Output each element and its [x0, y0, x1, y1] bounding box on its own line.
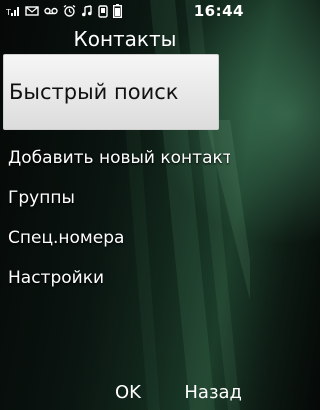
status-icons: T — [6, 4, 122, 18]
voicemail-icon — [44, 5, 58, 17]
ok-softkey[interactable]: OK — [115, 382, 141, 403]
clock: 16:44 — [193, 2, 244, 20]
menu-item-settings[interactable]: Настройки — [0, 258, 230, 298]
contacts-menu: Добавить новый контакт Группы Спец.номер… — [0, 138, 250, 298]
menu-item-groups[interactable]: Группы — [0, 178, 230, 218]
menu-item-add-contact[interactable]: Добавить новый контакт — [0, 138, 230, 178]
alarm-icon — [63, 5, 76, 17]
menu-item-special-numbers[interactable]: Спец.номера — [0, 218, 230, 258]
softkey-bar: OK Назад — [0, 378, 250, 410]
back-softkey[interactable]: Назад — [184, 382, 242, 403]
status-bar: T 16:44 — [0, 0, 250, 22]
silent-mode-icon — [98, 4, 108, 18]
message-icon — [25, 5, 39, 17]
battery-icon — [113, 4, 122, 18]
screen-title: Контакты — [73, 27, 177, 51]
menu-item-quick-search[interactable]: Быстрый поиск — [3, 54, 219, 130]
signal-icon: T — [6, 5, 20, 17]
menu-item-label: Быстрый поиск — [9, 80, 179, 104]
svg-text:T: T — [6, 8, 11, 17]
music-note-icon — [81, 5, 93, 17]
